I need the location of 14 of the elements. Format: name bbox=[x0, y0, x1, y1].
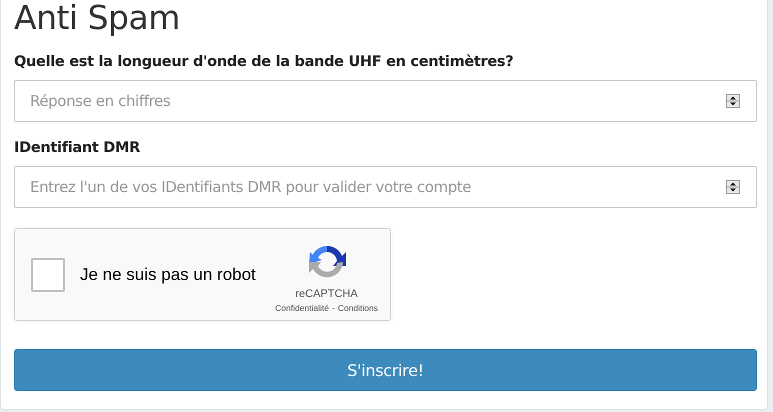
page-title: Anti Spam bbox=[14, 0, 180, 36]
captcha-label: Je ne suis pas un robot bbox=[80, 264, 257, 284]
separator-text: - bbox=[332, 303, 335, 313]
input-field[interactable]: Entrez l'un de vos IDentifiants DMR pour valider votre compte bbox=[14, 166, 757, 208]
brand-label: reCAPTCHA bbox=[295, 288, 358, 300]
spinner-icon[interactable] bbox=[726, 94, 740, 108]
captcha-checkbox[interactable] bbox=[31, 258, 65, 292]
spinner-icon[interactable] bbox=[726, 180, 740, 194]
field-label: IDentifiant DMR bbox=[14, 139, 140, 158]
link[interactable]: Confidentialité bbox=[275, 303, 329, 313]
link[interactable]: Conditions bbox=[338, 303, 378, 313]
submit-button[interactable]: S'inscrire! bbox=[14, 349, 757, 391]
input-field[interactable]: Réponse en chiffres bbox=[14, 80, 757, 122]
field-label: Quelle est la longueur d'onde de la bande UHF en centimètres? bbox=[14, 53, 514, 72]
